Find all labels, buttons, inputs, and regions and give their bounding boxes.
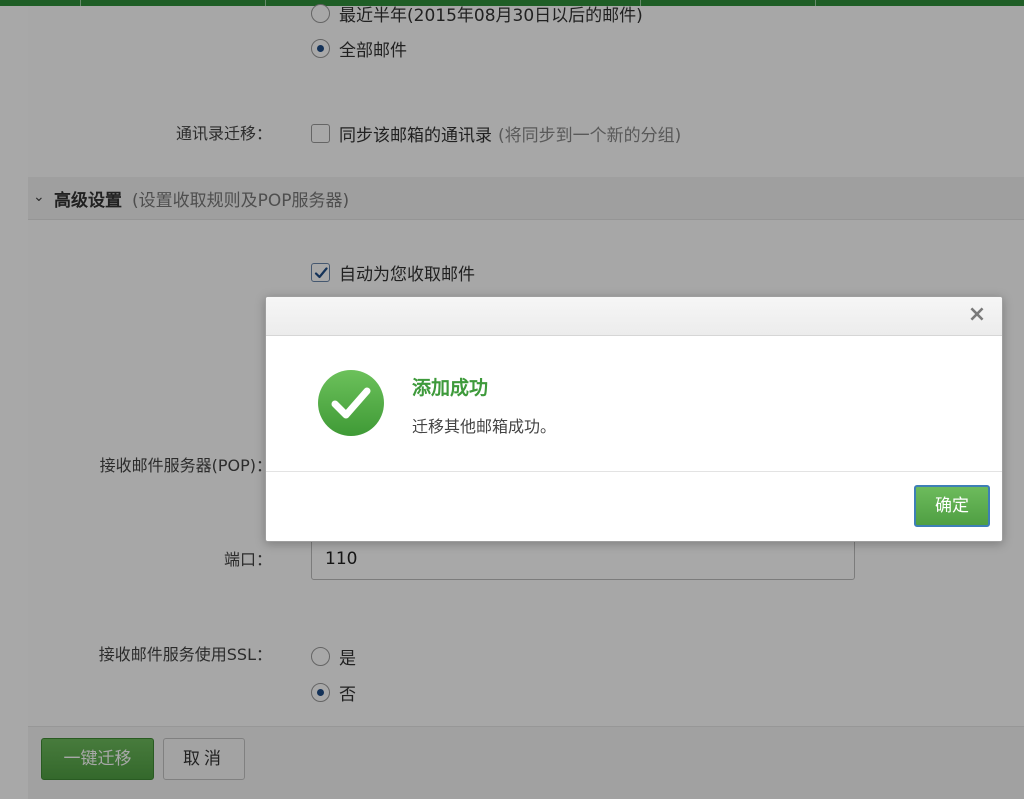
- dialog-body: 添加成功 迁移其他邮箱成功。: [266, 336, 1002, 471]
- success-check-icon: [318, 370, 384, 436]
- confirm-button[interactable]: 确定: [914, 485, 990, 527]
- dialog-footer: 确定: [266, 471, 1002, 541]
- dialog-message: 迁移其他邮箱成功。: [412, 417, 557, 436]
- success-dialog: × 添加成功 迁移其他邮箱成功。 确定: [265, 296, 1003, 542]
- dialog-header: ×: [266, 297, 1002, 336]
- close-icon[interactable]: ×: [966, 303, 988, 327]
- dialog-title: 添加成功: [412, 377, 489, 399]
